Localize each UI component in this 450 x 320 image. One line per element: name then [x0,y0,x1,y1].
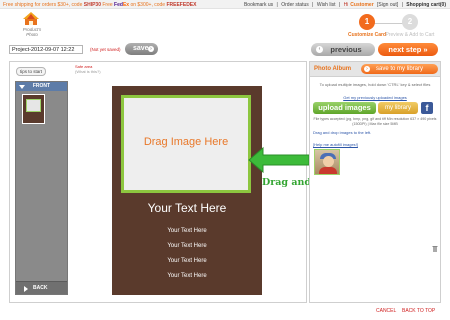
previous-button[interactable]: ‹ previous [311,43,375,56]
shopping-cart-link[interactable]: Shopping cart(0) [406,2,446,8]
greeting: Hi [343,2,349,8]
file-requirements: File types accepted: jpg, bmp, png, gif … [313,117,437,126]
logo-hat-icon [23,12,39,25]
footer: CANCEL BACK TO TOP [0,306,450,318]
top-bar: Free shipping for orders $30+, code SHIP… [0,0,450,9]
previous-label: previous [330,45,362,54]
front-page-thumbnail[interactable] [22,94,45,124]
upload-hint: To upload multiple images, hold down 'CT… [319,82,431,87]
card-text-line-3[interactable]: Your Text Here [112,258,262,264]
chevron-right-icon: › [364,66,370,72]
back-to-top-link[interactable]: BACK TO TOP [402,308,435,314]
progress-steps: 1 Customize Card 2 Preview & Add to Cart [330,14,445,40]
save-button[interactable]: save › [125,43,158,55]
facebook-icon[interactable]: f [421,102,433,114]
fedex-logo-fed: Fed [114,2,123,8]
account-links: Bookmark us | Order status | Wish list |… [242,2,446,8]
separator: | [401,2,403,8]
save-library-label: save to my library [375,66,423,72]
step-label: Preview & Add to Cart [385,32,435,38]
album-header: Photo Album › save to my library [310,62,440,77]
front-page-tab[interactable]: FRONT [16,82,67,91]
back-page-tab[interactable]: BACK [16,281,67,294]
album-title: Photo Album [314,66,352,72]
promo-code-freefedex: FREEFEDEX [166,2,197,8]
drop-zone-label: Drag Image Here [143,136,229,148]
drag-arrow-icon [248,146,310,174]
sign-out-link[interactable]: [Sign out] [377,2,398,8]
my-library-button[interactable]: my library [378,102,418,114]
step-preview: 2 Preview & Add to Cart [380,14,440,38]
chevron-left-icon: ‹ [316,46,323,53]
drag-drop-hint: Drag and drop images to the left. [313,130,372,135]
image-drop-zone[interactable]: Drag Image Here [121,95,251,193]
save-to-library-button[interactable]: › save to my library [361,64,438,74]
uploaded-photo-thumbnail[interactable] [314,149,340,175]
order-status-link[interactable]: Order status [281,2,309,8]
promo-banner: Free shipping for orders $30+, code SHIP… [3,2,196,8]
page-navigator: FRONT BACK [15,81,68,295]
promo-text-2: Free [100,2,115,8]
triangle-right-icon [24,286,28,292]
trash-icon[interactable] [432,245,438,252]
separator: | [312,2,314,8]
card-text-line-1[interactable]: Your Text Here [112,228,262,234]
triangle-down-icon [19,85,25,89]
safe-area-help-link[interactable]: (What is this?) [75,69,101,75]
promo-code-ship30: SHIP30 [83,2,101,8]
upload-images-button[interactable]: upload images [313,102,376,114]
card-text-line-2[interactable]: Your Text Here [112,243,262,249]
promo-text: Free shipping for orders $30+, code [3,2,84,8]
save-label: save [133,45,149,52]
safe-area-note: Safe area (What is this?) [75,64,101,75]
front-label: FRONT [32,83,51,89]
site-logo[interactable]: Product's Photo [20,12,42,40]
tips-to-start-button[interactable]: tips to start [16,67,46,76]
bookmark-link[interactable]: Bookmark us [244,2,273,8]
chevron-right-icon: › [148,46,154,52]
photo-album-panel: Photo Album › save to my library To uplo… [309,61,441,303]
logo-text: Product's Photo [22,27,42,37]
card-main-text[interactable]: Your Text Here [112,201,262,215]
separator: | [276,2,278,8]
card-text-line-4[interactable]: Your Text Here [112,273,262,279]
step-number: 1 [359,14,375,30]
separator: | [338,2,341,8]
step-number: 2 [402,14,418,30]
next-step-button[interactable]: next step » [378,43,438,56]
wish-list-link[interactable]: Wish list [317,2,336,8]
save-status: (Not yet saved) [90,47,121,52]
previous-uploads-link[interactable]: Get my previously uploaded images [310,95,440,100]
promo-text-3: on $300+, code [129,2,167,8]
thumbnail-image-slot [26,99,41,112]
customer-name: Customer [350,2,374,8]
cancel-link[interactable]: CANCEL [376,308,396,314]
back-label: BACK [33,285,48,291]
photo-face [323,156,334,167]
autofill-help-link[interactable]: [Help me autofill images!] [313,142,358,147]
photo-body [319,167,337,174]
project-name-input[interactable] [9,45,83,54]
